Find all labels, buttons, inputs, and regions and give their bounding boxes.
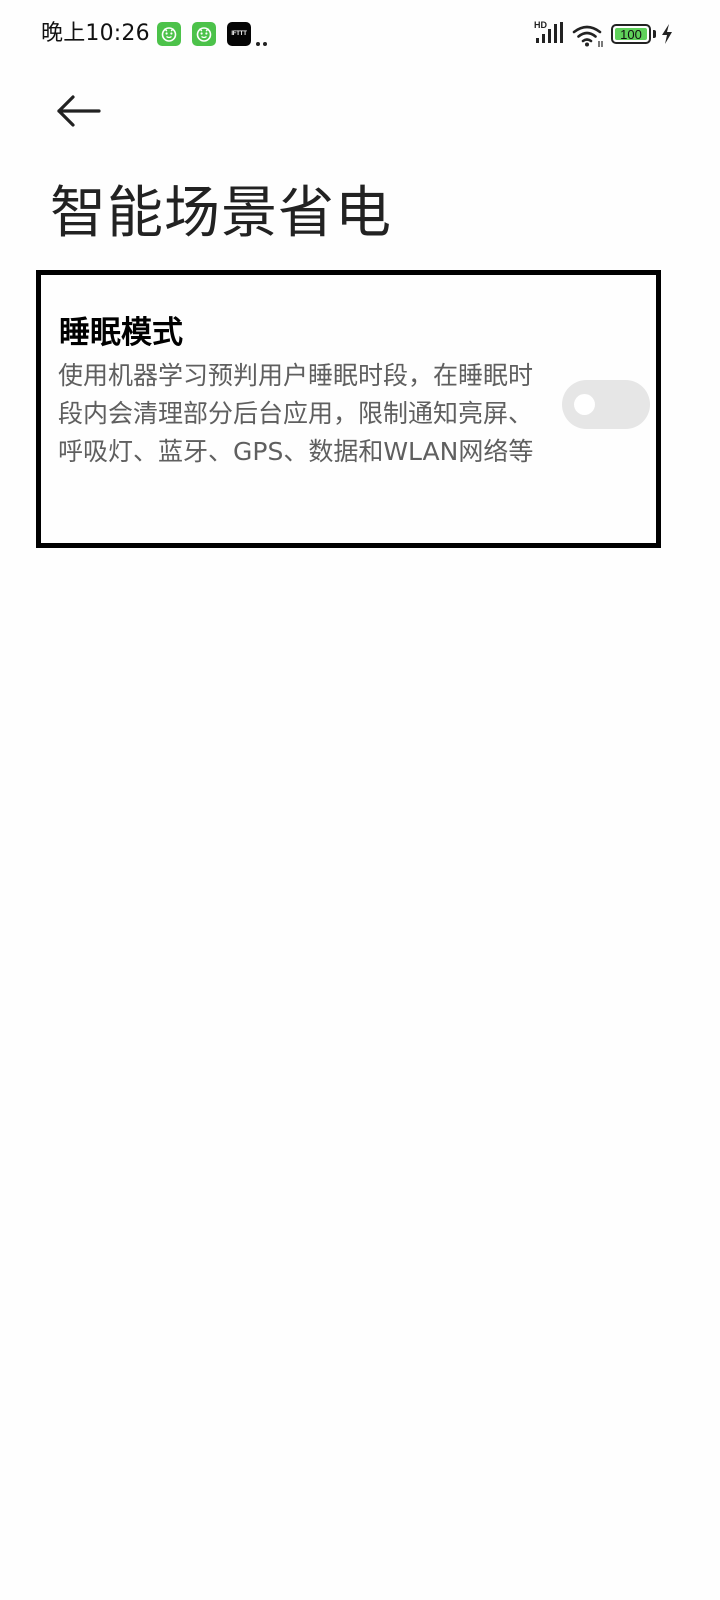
back-arrow-icon	[57, 95, 101, 127]
app-notification-icon	[192, 22, 216, 46]
sleep-mode-toggle[interactable]	[562, 380, 650, 429]
cellular-signal-icon	[536, 22, 563, 43]
charging-icon	[662, 24, 672, 44]
wifi-icon	[572, 25, 603, 47]
sleep-mode-setting[interactable]: 睡眠模式 使用机器学习预判用户睡眠时段，在睡眠时段内会清理部分后台应用，限制通知…	[36, 270, 661, 548]
back-button[interactable]	[44, 84, 108, 140]
sleep-mode-title: 睡眠模式	[59, 315, 183, 351]
app-notification-icon	[157, 22, 181, 46]
sleep-mode-description: 使用机器学习预判用户睡眠时段，在睡眠时段内会清理部分后台应用，限制通知亮屏、呼吸…	[58, 361, 534, 466]
ifttt-label: IFTTT	[231, 31, 247, 37]
toggle-knob	[574, 394, 595, 415]
ifttt-notification-icon: IFTTT	[227, 22, 251, 46]
page-title: 智能场景省电	[50, 181, 392, 246]
battery-tip	[653, 30, 656, 38]
status-bar: 晚上10:26 IFTTT HD 100	[0, 0, 720, 70]
battery-level: 100	[620, 27, 642, 42]
status-time: 晚上10:26	[41, 21, 150, 46]
battery-icon: 100	[611, 24, 651, 44]
more-notifications-icon	[256, 31, 270, 50]
